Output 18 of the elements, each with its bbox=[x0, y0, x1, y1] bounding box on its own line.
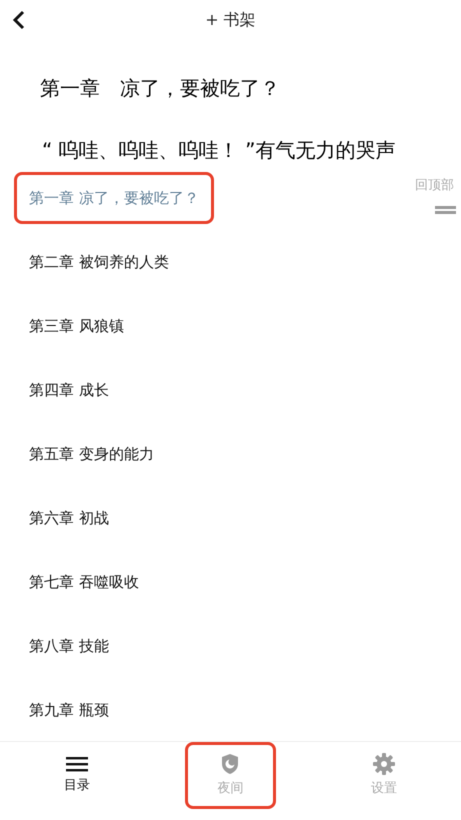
add-to-shelf-button[interactable]: + 书架 bbox=[205, 8, 256, 32]
chapter-item[interactable]: 第三章 风狼镇 bbox=[14, 300, 139, 352]
paragraph-text: “ 呜哇、呜哇、呜哇！ ”有气无力的哭声 bbox=[42, 137, 396, 164]
drag-handle-icon[interactable] bbox=[435, 206, 456, 214]
chapter-item[interactable]: 第二章 被饲养的人类 bbox=[14, 236, 184, 288]
chapter-item[interactable]: 第九章 瓶颈 bbox=[14, 684, 124, 736]
chapter-item[interactable]: 第七章 吞噬吸收 bbox=[14, 556, 154, 608]
chapter-item[interactable]: 第六章 初战 bbox=[14, 492, 124, 544]
shield-moon-icon bbox=[221, 752, 240, 775]
back-icon[interactable] bbox=[12, 10, 26, 30]
chapter-heading: 第一章 凉了，要被吃了？ bbox=[40, 75, 281, 102]
chapter-item[interactable]: 第八章 技能 bbox=[14, 620, 124, 672]
tab-button[interactable]: 目录 bbox=[31, 742, 122, 809]
menu-icon bbox=[66, 756, 88, 772]
chapter-item[interactable]: 第一章 凉了，要被吃了？ bbox=[14, 172, 214, 224]
settings-icon bbox=[373, 752, 396, 775]
chapter-item[interactable]: 第四章 成长 bbox=[14, 364, 124, 416]
chapter-item[interactable]: 第五章 变身的能力 bbox=[14, 428, 169, 480]
